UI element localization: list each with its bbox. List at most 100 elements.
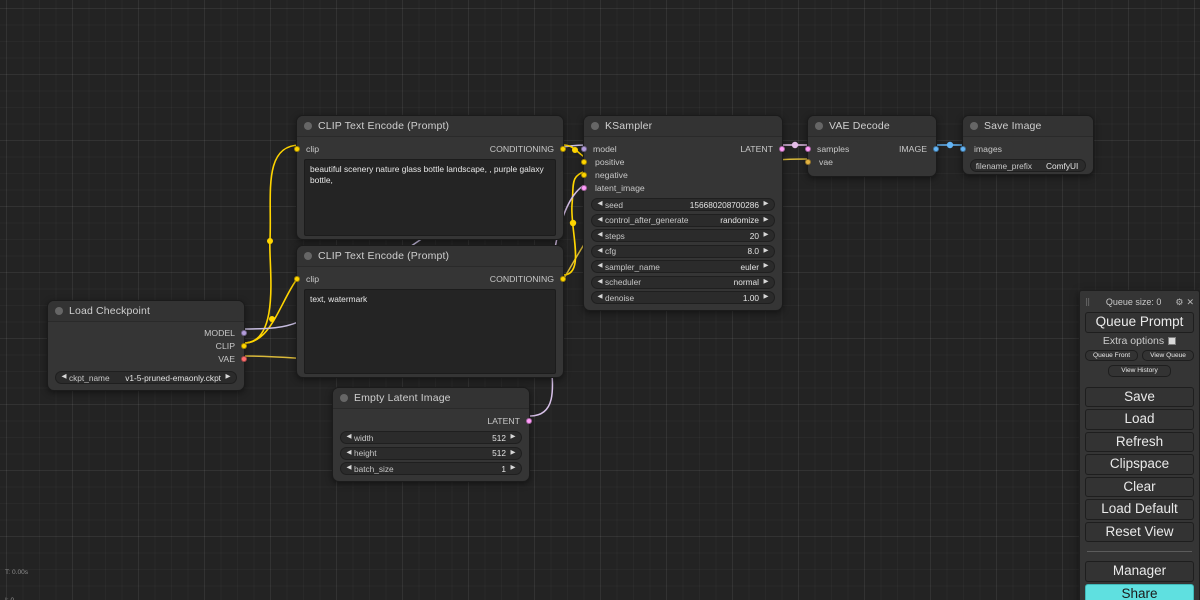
slot-dot-latent-icon[interactable] [526,417,532,424]
slot-dot-images-icon[interactable] [960,145,966,152]
extra-options-row[interactable]: Extra options [1085,335,1194,347]
chevron-left-icon[interactable]: ◀ [596,247,604,255]
chevron-right-icon[interactable]: ▶ [509,449,517,457]
node-clip-text-encode-positive[interactable]: CLIP Text Encode (Prompt) clip CONDITION… [294,115,566,240]
menu-header[interactable]: ⣿ Queue size: 0 ⚙ ✕ [1085,295,1194,309]
widget-denoise[interactable]: ◀ denoise 1.00 ▶ [591,291,775,304]
output-slot-vae[interactable]: VAE [48,352,247,365]
node-title-bar[interactable]: CLIP Text Encode (Prompt) [297,116,563,137]
close-icon[interactable]: ✕ [1186,297,1194,307]
output-slot-model[interactable]: MODEL [48,326,247,339]
node-title-bar[interactable]: VAE Decode [808,116,936,137]
input-slot-vae[interactable]: vae [805,155,936,168]
widget-seed[interactable]: ◀ seed 156680208700286 ▶ [591,198,775,211]
widget-filename-prefix[interactable]: filename_prefix ComfyUI [970,159,1086,172]
widget-scheduler[interactable]: ◀ scheduler normal ▶ [591,275,775,289]
gear-icon[interactable]: ⚙ [1175,297,1183,307]
widget-control-after-generate[interactable]: ◀ control_after_generate randomize ▶ [591,213,775,227]
save-button[interactable]: Save [1085,386,1194,408]
node-title-bar[interactable]: KSampler [584,116,782,137]
slot-dot-model-icon[interactable] [241,329,247,336]
slot-dot-latent-image-icon[interactable] [581,184,587,191]
slot-dot-samples-icon[interactable] [805,145,811,152]
slot-dot-vae-icon[interactable] [241,355,247,362]
reset-view-button[interactable]: Reset View [1085,521,1194,543]
node-save-image[interactable]: Save Image images filename_prefix ComfyU… [960,115,1094,175]
prompt-textarea[interactable]: text, watermark [304,289,556,374]
slot-dot-positive-icon[interactable] [581,158,587,165]
collapse-dot-icon[interactable] [970,122,978,130]
slot-dot-image-out-icon[interactable] [933,145,939,152]
clipspace-button[interactable]: Clipspace [1085,454,1194,475]
node-title-bar[interactable]: Empty Latent Image [333,388,529,409]
chevron-left-icon[interactable]: ◀ [596,278,604,286]
load-button[interactable]: Load [1085,409,1194,430]
slot-dot-model-icon[interactable] [581,145,587,152]
chevron-left-icon[interactable]: ◀ [596,263,604,270]
node-vae-decode[interactable]: VAE Decode samples IMAGE vae [805,115,939,177]
refresh-button[interactable]: Refresh [1085,431,1194,453]
widget-height[interactable]: ◀ height 512 ▶ [340,446,522,460]
clear-button[interactable]: Clear [1085,476,1194,498]
output-slot-latent[interactable]: LATENT [333,414,532,427]
chevron-right-icon[interactable]: ▶ [762,201,770,208]
chevron-left-icon[interactable]: ◀ [345,449,353,457]
extra-options-checkbox[interactable] [1168,336,1177,345]
slot-dot-latent-out-icon[interactable] [779,145,785,152]
output-slot-clip[interactable]: CLIP [48,339,247,352]
chevron-right-icon[interactable]: ▶ [762,278,770,286]
widget-steps[interactable]: ◀ steps 20 ▶ [591,229,775,242]
node-title-bar[interactable]: CLIP Text Encode (Prompt) [297,246,563,267]
input-slot-positive[interactable]: positive [581,155,782,168]
chevron-left-icon[interactable]: ◀ [345,434,353,441]
share-button[interactable]: Share [1085,583,1194,600]
chevron-left-icon[interactable]: ◀ [345,465,353,472]
graph-canvas[interactable]: Load Checkpoint MODEL CLIP VAE ◀ ckpt_na… [0,0,1200,600]
widget-sampler-name[interactable]: ◀ sampler_name euler ▶ [591,260,775,273]
slot-dot-conditioning-icon[interactable] [560,275,566,282]
widget-width[interactable]: ◀ width 512 ▶ [340,431,522,444]
slot-dot-vae-icon[interactable] [805,158,811,165]
chevron-right-icon[interactable]: ▶ [224,374,232,381]
input-slot-images[interactable]: images [960,142,1093,155]
collapse-dot-icon[interactable] [304,252,312,260]
chevron-right-icon[interactable]: ▶ [762,263,770,270]
chevron-right-icon[interactable]: ▶ [509,465,517,472]
input-slot-negative[interactable]: negative [581,168,782,181]
node-title-bar[interactable]: Load Checkpoint [48,301,244,322]
collapse-dot-icon[interactable] [340,394,348,402]
view-queue-button[interactable]: View Queue [1142,349,1194,362]
view-history-button[interactable]: View History [1108,365,1171,377]
chevron-left-icon[interactable]: ◀ [60,374,68,381]
prompt-textarea[interactable]: beautiful scenery nature glass bottle la… [304,159,556,236]
queue-prompt-button[interactable]: Queue Prompt [1085,312,1194,333]
slot-dot-conditioning-icon[interactable] [560,145,566,152]
chevron-right-icon[interactable]: ▶ [509,434,517,441]
slot-dot-clip-icon[interactable] [294,275,300,282]
node-ksampler[interactable]: KSampler model LATENT positive negative … [581,115,785,311]
slot-dot-clip-icon[interactable] [241,342,247,349]
queue-front-button[interactable]: Queue Front [1085,349,1139,362]
chevron-left-icon[interactable]: ◀ [596,232,604,239]
collapse-dot-icon[interactable] [55,307,63,315]
widget-cfg[interactable]: ◀ cfg 8.0 ▶ [591,244,775,258]
manager-button[interactable]: Manager [1085,561,1194,582]
load-default-button[interactable]: Load Default [1085,499,1194,520]
widget-ckpt-name[interactable]: ◀ ckpt_name v1-5-pruned-emaonly.ckpt ▶ [55,371,237,384]
collapse-dot-icon[interactable] [591,122,599,130]
chevron-right-icon[interactable]: ▶ [762,216,770,224]
chevron-right-icon[interactable]: ▶ [762,294,770,301]
comfy-menu-panel[interactable]: ⣿ Queue size: 0 ⚙ ✕ Queue Prompt Extra o… [1079,290,1200,600]
slot-dot-clip-icon[interactable] [294,145,300,152]
node-title-bar[interactable]: Save Image [963,116,1093,137]
drag-handle-icon[interactable]: ⣿ [1085,298,1092,307]
node-clip-text-encode-negative[interactable]: CLIP Text Encode (Prompt) clip CONDITION… [294,245,566,378]
chevron-right-icon[interactable]: ▶ [762,232,770,239]
slot-dot-negative-icon[interactable] [581,171,587,178]
chevron-left-icon[interactable]: ◀ [596,201,604,208]
chevron-left-icon[interactable]: ◀ [596,216,604,224]
node-load-checkpoint[interactable]: Load Checkpoint MODEL CLIP VAE ◀ ckpt_na… [47,300,247,391]
collapse-dot-icon[interactable] [304,122,312,130]
widget-batch-size[interactable]: ◀ batch_size 1 ▶ [340,462,522,475]
node-empty-latent-image[interactable]: Empty Latent Image LATENT ◀ width 512 ▶ … [332,387,532,482]
